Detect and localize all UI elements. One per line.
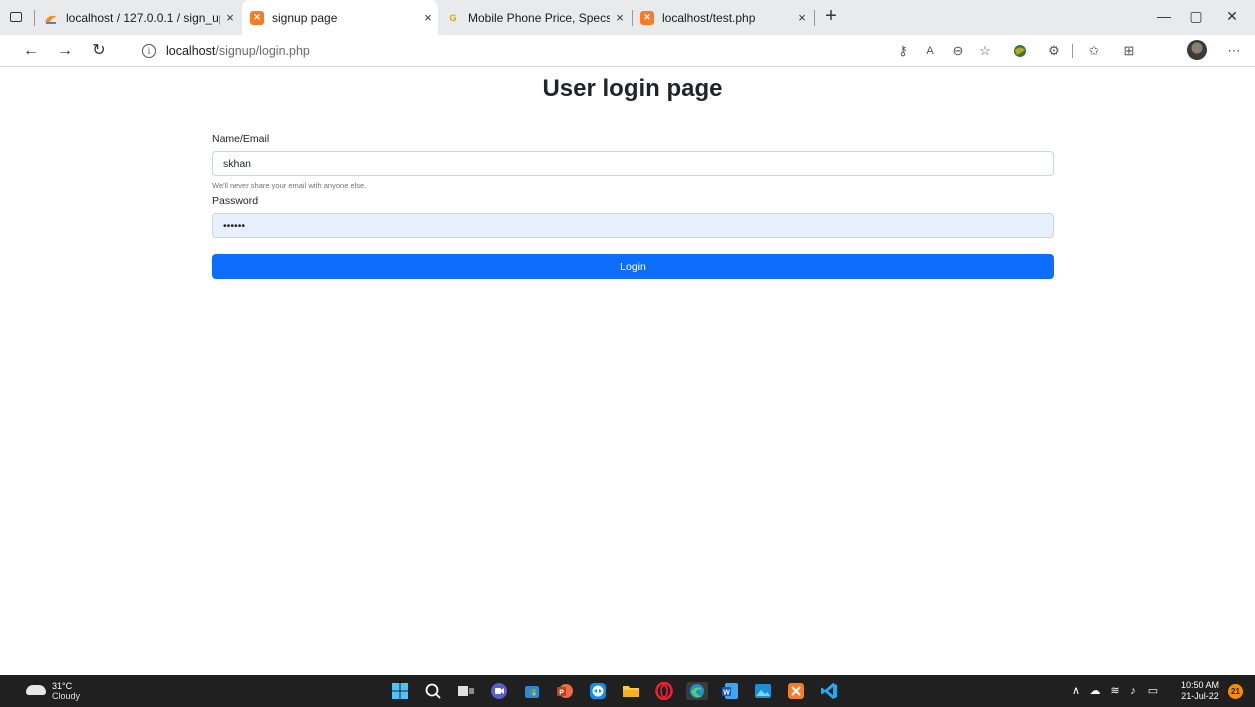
chevron-up-icon[interactable]: ∧ xyxy=(1069,684,1083,698)
tab-title: signup page xyxy=(272,10,338,25)
edge-icon[interactable] xyxy=(686,682,708,700)
new-tab-button[interactable]: + xyxy=(820,6,842,28)
collections-icon[interactable]: ⊞ xyxy=(1121,43,1137,59)
file-explorer-icon[interactable] xyxy=(622,682,640,700)
clock[interactable]: 10:50 AM 21-Jul-22 xyxy=(1178,680,1222,702)
tab-separator xyxy=(632,10,633,26)
forward-icon[interactable]: → xyxy=(56,42,74,60)
tab-title: Mobile Phone Price, Specs, News xyxy=(468,10,610,25)
clock-date: 21-Jul-22 xyxy=(1181,691,1219,701)
url-path: /signup/login.php xyxy=(215,44,310,58)
extension-globe-icon[interactable] xyxy=(1012,43,1028,59)
login-button[interactable]: Login xyxy=(212,254,1054,279)
tab-actions-icon[interactable] xyxy=(8,9,24,25)
tab-test-php[interactable]: ✕ localhost/test.php × xyxy=(640,0,812,35)
opera-icon[interactable] xyxy=(655,681,673,701)
toolbar-separator xyxy=(1072,44,1073,58)
cloud-icon[interactable]: ☁ xyxy=(1088,684,1102,698)
battery-icon[interactable]: ▭ xyxy=(1146,684,1160,698)
phpmyadmin-icon xyxy=(44,11,58,25)
site-info-icon[interactable]: i xyxy=(142,44,156,58)
tab-title: localhost / 127.0.0.1 / sign_up / c xyxy=(66,10,220,25)
restore-icon[interactable]: ▢ xyxy=(1186,8,1206,28)
url-host: localhost xyxy=(166,44,216,58)
refresh-icon[interactable]: ↻ xyxy=(90,42,108,60)
tab-separator xyxy=(34,10,35,26)
xampp-icon: ✕ xyxy=(640,10,654,25)
wifi-icon[interactable]: ≋ xyxy=(1108,684,1122,698)
taskbar: 31°C Cloudy P W ∧ ☁ ≋ ♪ ▭ 10:50 AM 21-Ju… xyxy=(0,675,1255,707)
tab-separator xyxy=(814,10,815,26)
teamviewer-icon[interactable] xyxy=(589,682,607,700)
svg-text:W: W xyxy=(723,690,730,697)
page-title: User login page xyxy=(542,75,723,102)
extensions-icon[interactable]: ⚙ xyxy=(1046,43,1062,59)
volume-icon[interactable]: ♪ xyxy=(1126,684,1140,698)
browser-tab-strip: localhost / 127.0.0.1 / sign_up / c × ✕ … xyxy=(0,0,1255,35)
page-content: User login page Name/Email skhan We'll n… xyxy=(0,67,1255,675)
store-icon[interactable] xyxy=(523,682,541,700)
weather-widget[interactable]: 31°C Cloudy xyxy=(26,680,106,702)
browser-toolbar: ← → ↻ i localhost/signup/login.php ⚷ A ⊖… xyxy=(0,35,1255,67)
notification-badge[interactable]: 21 xyxy=(1228,684,1243,699)
password-label: Password xyxy=(212,195,259,207)
back-icon[interactable]: ← xyxy=(22,42,40,60)
xampp-icon: ✕ xyxy=(250,10,264,25)
tab-phpmyadmin[interactable]: localhost / 127.0.0.1 / sign_up / c × xyxy=(44,0,240,35)
name-email-input[interactable]: skhan xyxy=(212,151,1054,176)
clock-time: 10:50 AM xyxy=(1180,680,1220,690)
word-icon[interactable]: W xyxy=(721,682,739,700)
task-view-icon[interactable] xyxy=(457,682,475,700)
powerpoint-icon[interactable]: P xyxy=(556,682,574,700)
profile-avatar[interactable] xyxy=(1187,40,1207,60)
key-icon[interactable]: ⚷ xyxy=(895,43,911,59)
close-tab-icon[interactable]: × xyxy=(792,10,812,25)
email-help-text: We'll never share your email with anyone… xyxy=(212,181,367,190)
tab-gsmarena[interactable]: G Mobile Phone Price, Specs, News × xyxy=(446,0,630,35)
xampp-icon[interactable] xyxy=(787,682,805,700)
cloud-icon xyxy=(26,685,46,695)
weather-condition: Cloudy xyxy=(52,691,81,701)
more-icon[interactable]: ⋯ xyxy=(1226,43,1242,59)
close-tab-icon[interactable]: × xyxy=(610,10,630,25)
minimize-icon[interactable]: — xyxy=(1154,8,1174,28)
windows-start-icon[interactable] xyxy=(391,682,409,700)
address-bar[interactable]: i localhost/signup/login.php xyxy=(128,38,888,64)
gsmarena-icon: G xyxy=(449,12,457,23)
tab-title: localhost/test.php xyxy=(662,10,756,25)
zoom-icon[interactable]: ⊖ xyxy=(950,43,966,59)
read-aloud-icon[interactable]: A xyxy=(922,43,938,59)
close-window-icon[interactable]: ✕ xyxy=(1222,8,1242,28)
svg-text:P: P xyxy=(559,690,564,697)
vscode-icon[interactable] xyxy=(820,682,838,700)
search-icon[interactable] xyxy=(424,682,442,700)
photos-icon[interactable] xyxy=(754,682,772,700)
password-input[interactable]: •••••• xyxy=(212,213,1054,238)
favorite-add-icon[interactable]: ☆ xyxy=(977,43,993,59)
close-tab-icon[interactable]: × xyxy=(418,10,438,25)
teams-chat-icon[interactable] xyxy=(490,682,508,700)
favorites-icon[interactable]: ✩ xyxy=(1086,43,1102,59)
name-email-label: Name/Email xyxy=(212,133,270,145)
weather-temp: 31°C xyxy=(52,681,73,691)
tab-signup-page[interactable]: ✕ signup page × xyxy=(242,0,438,35)
close-tab-icon[interactable]: × xyxy=(220,10,240,25)
